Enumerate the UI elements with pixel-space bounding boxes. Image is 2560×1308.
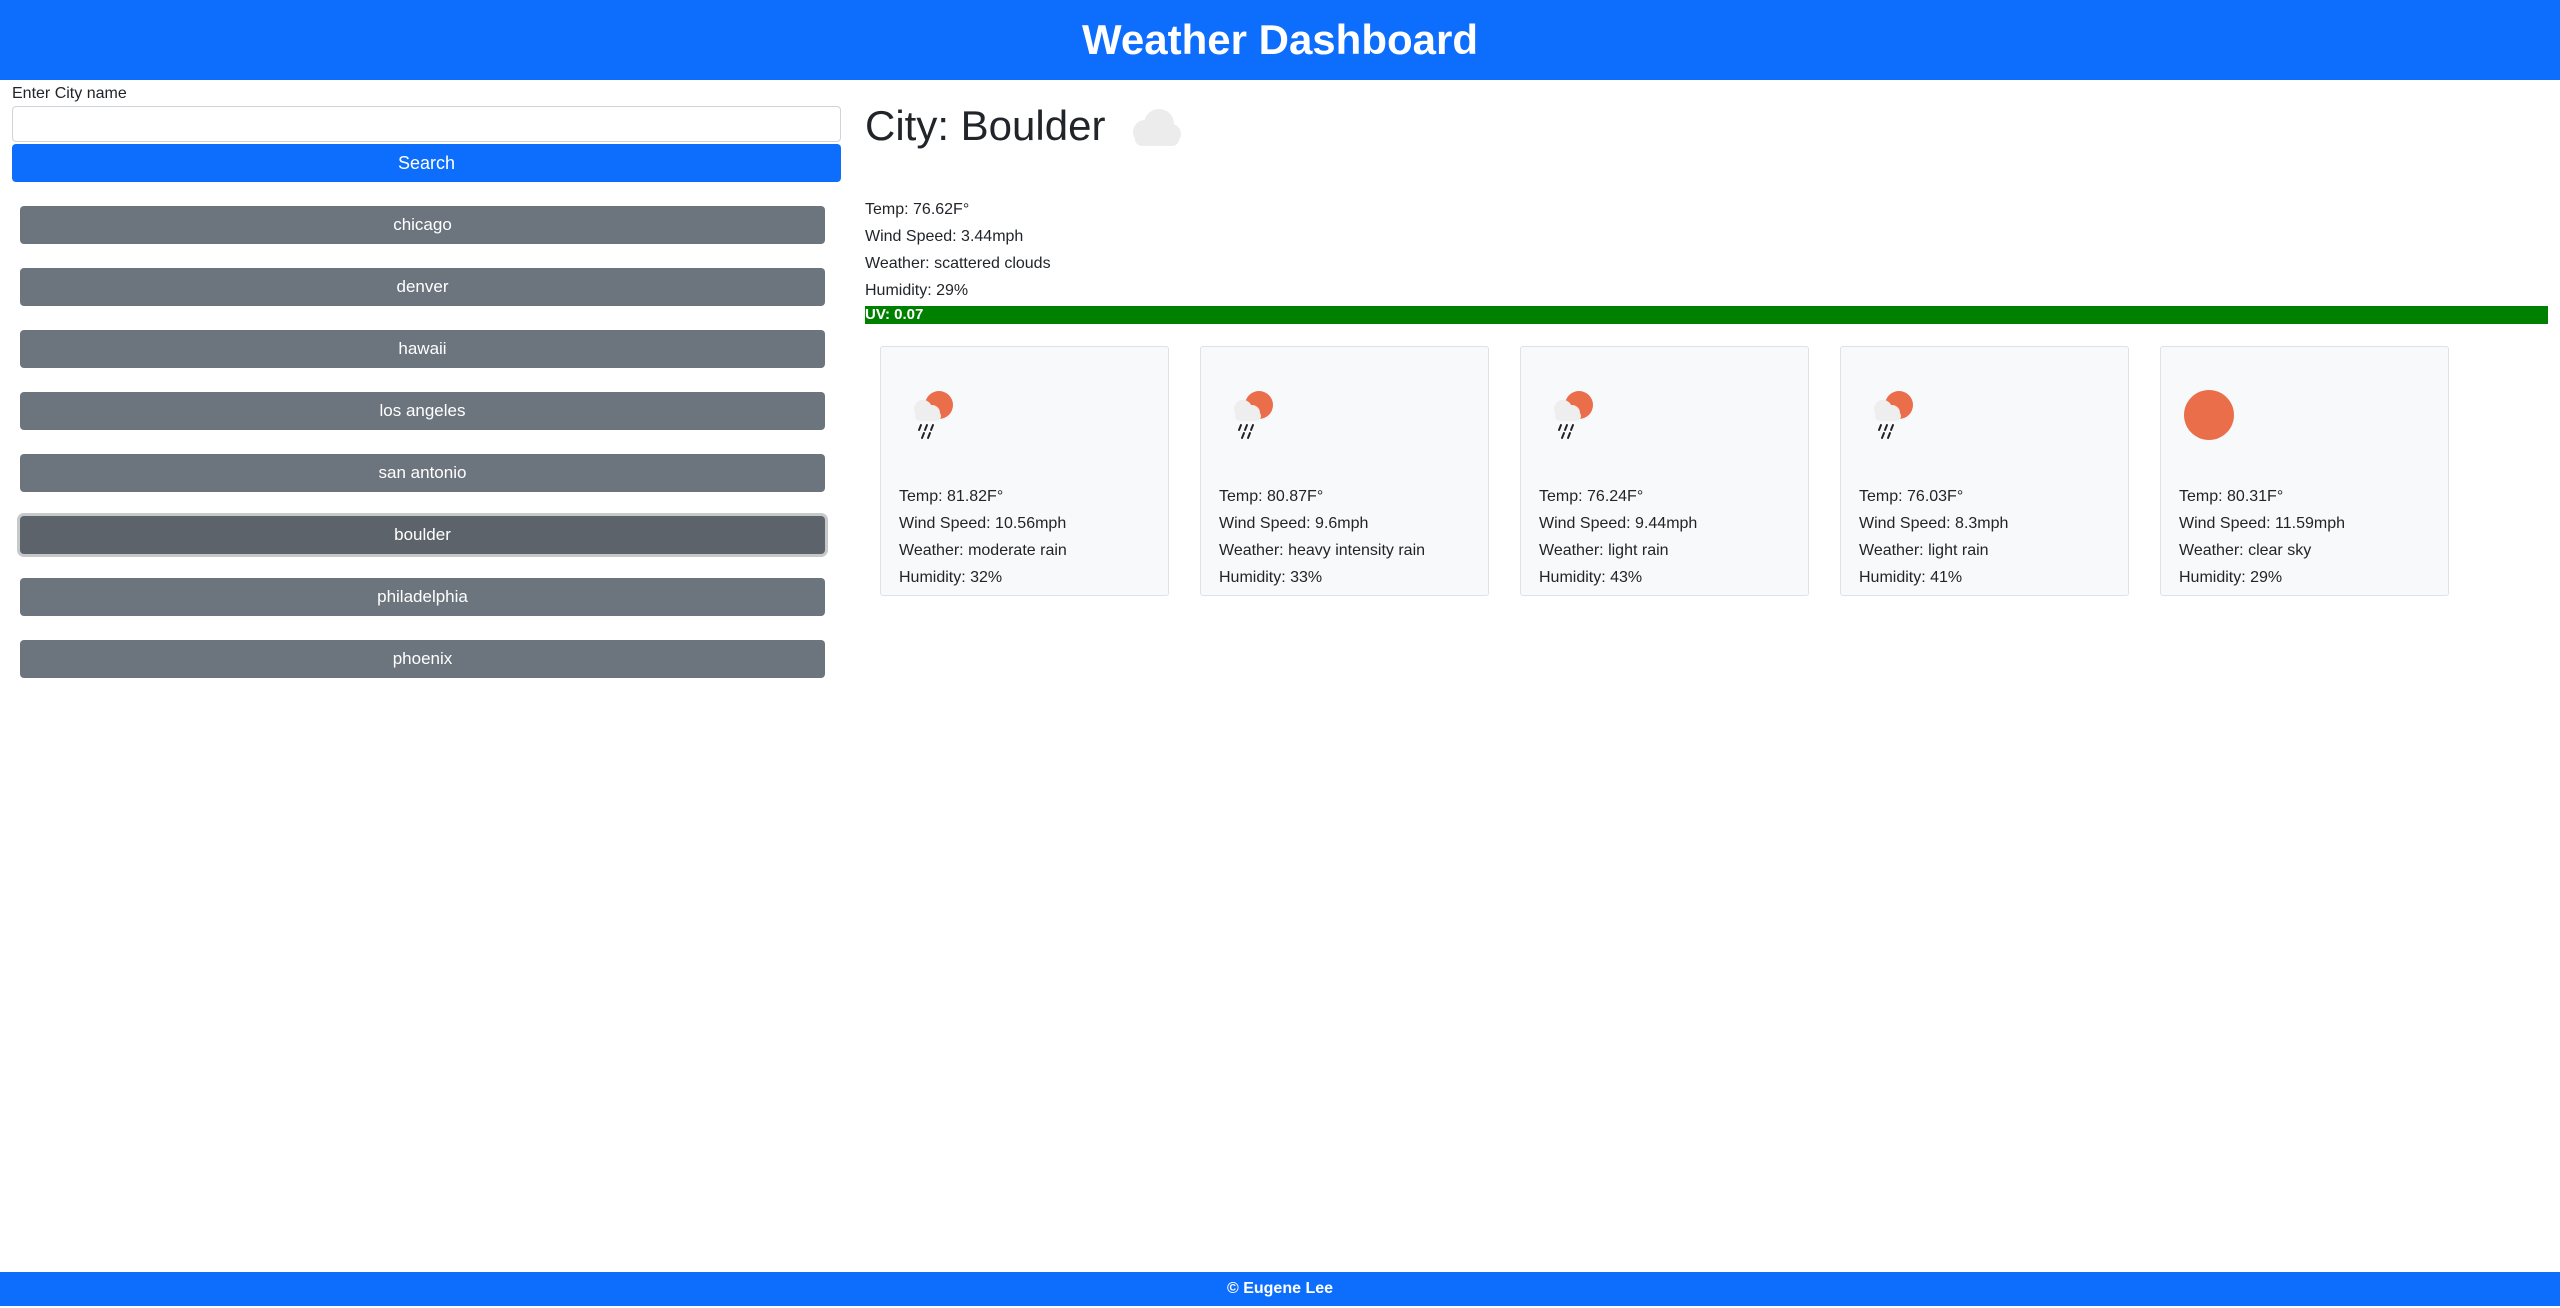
forecast-humidity: Humidity: 43% [1539, 569, 1643, 586]
forecast-humidity: Humidity: 33% [1219, 569, 1323, 586]
forecast-row: Temp: 81.82F° Wind Speed: 10.56mph Weath… [865, 346, 2548, 596]
history-button-san-antonio[interactable]: san antonio [20, 454, 825, 492]
uv-index-bar: UV: 0.07 [865, 306, 2548, 324]
search-label: Enter City name [12, 85, 127, 102]
current-humidity: Humidity: 29% [865, 282, 969, 299]
sun-icon [2179, 385, 2249, 445]
footer-copyright: © Eugene Lee [1226, 1280, 1334, 1297]
forecast-card: Temp: 81.82F° Wind Speed: 10.56mph Weath… [880, 346, 1169, 596]
forecast-card: Temp: 80.87F° Wind Speed: 9.6mph Weather… [1200, 346, 1489, 596]
current-temp: Temp: 76.62F° [865, 201, 970, 218]
sidebar: Enter City name Search chicago denver ha… [12, 80, 841, 702]
sun-rain-icon [1539, 385, 1609, 445]
forecast-temp: Temp: 80.31F° [2179, 488, 2284, 505]
forecast-card: Temp: 76.24F° Wind Speed: 9.44mph Weathe… [1520, 346, 1809, 596]
forecast-humidity: Humidity: 41% [1859, 569, 1963, 586]
sun-rain-icon [1859, 385, 1929, 445]
forecast-card: Temp: 80.31F° Wind Speed: 11.59mph Weath… [2160, 346, 2449, 596]
search-button[interactable]: Search [12, 144, 841, 182]
forecast-weather: Weather: heavy intensity rain [1219, 542, 1426, 559]
city-title: City: Boulder [865, 102, 1106, 149]
forecast-weather: Weather: moderate rain [899, 542, 1067, 559]
history-button-philadelphia[interactable]: philadelphia [20, 578, 825, 616]
forecast-wind: Wind Speed: 9.44mph [1539, 515, 1698, 532]
forecast-temp: Temp: 81.82F° [899, 488, 1004, 505]
forecast-temp: Temp: 76.24F° [1539, 488, 1644, 505]
current-weather: Temp: 76.62F° Wind Speed: 3.44mph Weathe… [865, 196, 2548, 324]
forecast-wind: Wind Speed: 9.6mph [1219, 515, 1369, 532]
forecast-wind: Wind Speed: 11.59mph [2179, 515, 2346, 532]
current-city-header: City: Boulder [865, 80, 2548, 172]
history-button-chicago[interactable]: chicago [20, 206, 825, 244]
page-title: Weather Dashboard [1082, 16, 1478, 63]
current-weather-desc: Weather: scattered clouds [865, 255, 1051, 272]
forecast-wind: Wind Speed: 10.56mph [899, 515, 1067, 532]
app-header: Weather Dashboard [0, 0, 2560, 80]
search-input[interactable] [12, 106, 841, 142]
search-history-list: chicago denver hawaii los angeles san an… [12, 206, 841, 678]
history-button-denver[interactable]: denver [20, 268, 825, 306]
history-button-phoenix[interactable]: phoenix [20, 640, 825, 678]
forecast-weather: Weather: clear sky [2179, 542, 2312, 559]
forecast-weather: Weather: light rain [1859, 542, 1989, 559]
forecast-humidity: Humidity: 32% [899, 569, 1003, 586]
forecast-humidity: Humidity: 29% [2179, 569, 2283, 586]
app-footer: © Eugene Lee [0, 1272, 2560, 1306]
sun-rain-icon [1219, 385, 1289, 445]
history-button-hawaii[interactable]: hawaii [20, 330, 825, 368]
cloud-icon [1123, 106, 1187, 155]
forecast-wind: Wind Speed: 8.3mph [1859, 515, 2009, 532]
weather-panel: City: Boulder Temp: 76.62F° Wind Speed: … [865, 80, 2548, 596]
forecast-weather: Weather: light rain [1539, 542, 1669, 559]
forecast-temp: Temp: 80.87F° [1219, 488, 1324, 505]
history-button-los-angeles[interactable]: los angeles [20, 392, 825, 430]
current-wind: Wind Speed: 3.44mph [865, 228, 1024, 245]
forecast-temp: Temp: 76.03F° [1859, 488, 1964, 505]
history-button-boulder[interactable]: boulder [20, 516, 825, 554]
forecast-card: Temp: 76.03F° Wind Speed: 8.3mph Weather… [1840, 346, 2129, 596]
sun-rain-icon [899, 385, 969, 445]
